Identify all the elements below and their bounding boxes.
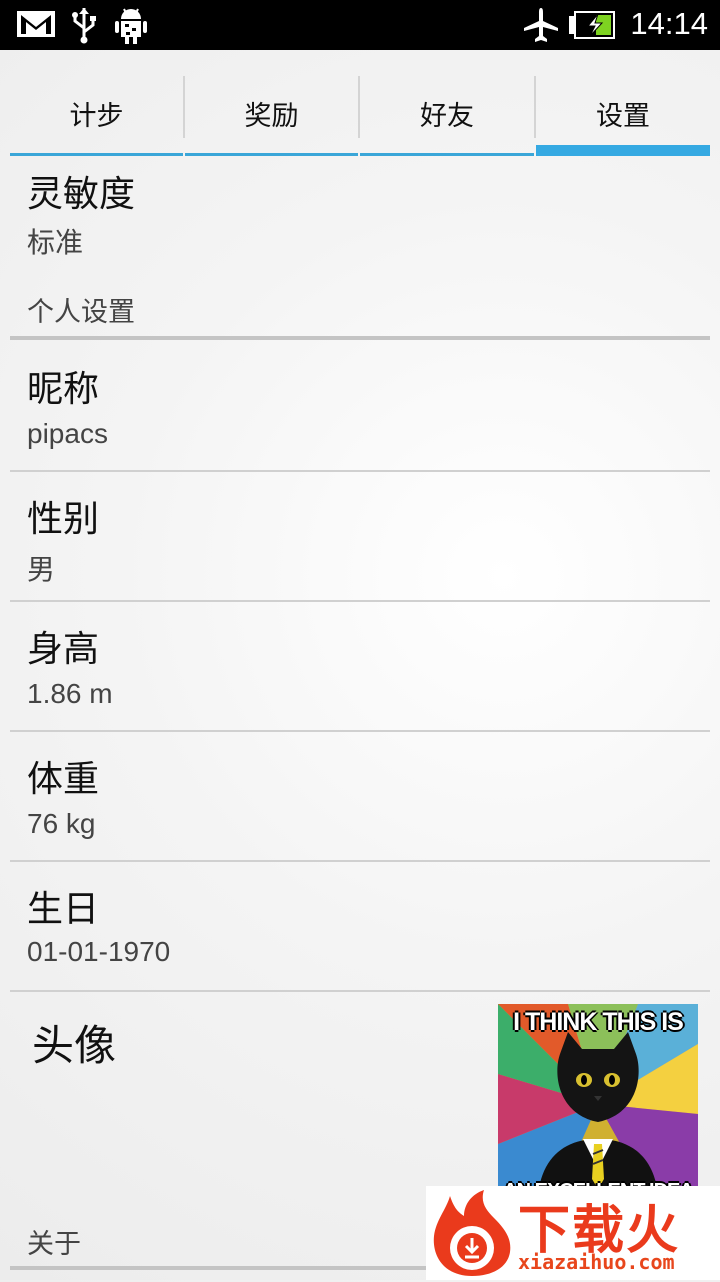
setting-value: 标准	[27, 226, 84, 259]
tab-bar: 计步 奖励 好友 设置	[10, 76, 710, 156]
tab-label: 好友	[420, 101, 474, 132]
tab-rewards[interactable]: 奖励	[185, 76, 358, 156]
meme-top-text: I THINK THIS IS	[513, 1008, 684, 1036]
tab-friends[interactable]: 好友	[360, 76, 534, 156]
setting-weight[interactable]: 体重 76 kg	[10, 732, 710, 860]
watermark-subtext: xiazaihuo.com	[518, 1250, 675, 1274]
setting-title: 身高	[27, 629, 100, 670]
avatar-image[interactable]: I THINK THIS IS AN EXCELLENT IDEA	[498, 1004, 698, 1194]
setting-height[interactable]: 身高 1.86 m	[10, 602, 710, 730]
flame-logo-icon	[428, 1188, 516, 1282]
tab-indicator	[185, 153, 358, 156]
section-header-personal: 个人设置	[27, 297, 135, 328]
setting-nickname[interactable]: 昵称 pipacs	[10, 340, 710, 470]
setting-value: 1.86 m	[27, 678, 113, 709]
tab-indicator	[10, 153, 183, 156]
tab-indicator	[360, 153, 534, 156]
setting-value: 男	[27, 553, 56, 586]
tab-step-count[interactable]: 计步	[10, 76, 183, 156]
tab-settings[interactable]: 设置	[536, 76, 710, 156]
setting-title: 昵称	[27, 369, 100, 410]
tab-label: 奖励	[244, 101, 299, 132]
status-bar: 14:14	[0, 0, 720, 50]
tab-label: 计步	[69, 101, 124, 132]
setting-gender[interactable]: 性别 男	[10, 472, 710, 600]
section-divider	[10, 1266, 430, 1270]
setting-sensitivity[interactable]: 灵敏度 标准	[10, 160, 710, 270]
tab-label: 设置	[596, 101, 650, 132]
setting-title: 头像	[32, 1021, 117, 1070]
setting-title: 生日	[27, 889, 100, 930]
setting-title: 体重	[27, 759, 100, 800]
clock: 14:14	[630, 6, 708, 41]
section-header-about: 关于	[27, 1229, 81, 1260]
battery-charging-icon	[568, 11, 616, 43]
gmail-icon	[16, 10, 56, 42]
setting-value: 76 kg	[27, 808, 96, 839]
watermark: 下载火 xiazaihuo.com	[426, 1186, 720, 1280]
android-debug-icon	[114, 5, 148, 49]
usb-icon	[70, 6, 98, 48]
setting-title: 性别	[27, 499, 100, 540]
setting-value: 01-01-1970	[27, 936, 171, 967]
setting-birthday[interactable]: 生日 01-01-1970	[10, 862, 710, 990]
setting-title: 灵敏度	[27, 174, 136, 215]
airplane-mode-icon	[522, 7, 560, 47]
setting-value: pipacs	[27, 418, 108, 449]
tab-indicator-selected	[536, 145, 710, 156]
